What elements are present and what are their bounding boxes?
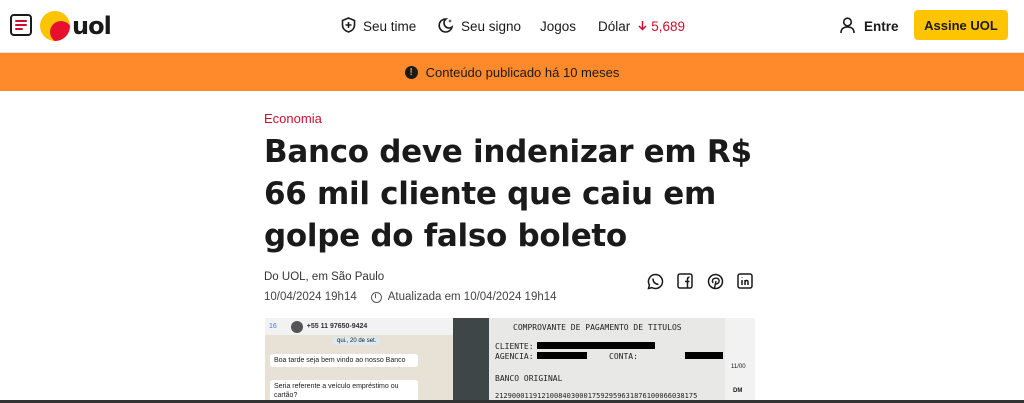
login-link[interactable]: Entre [840, 0, 899, 53]
redaction-bar [537, 352, 587, 359]
article-title: Banco deve indenizar em R$ 66 mil client… [264, 134, 752, 254]
uol-logo[interactable]: uol [40, 11, 112, 41]
chat-back-count: 16 [269, 323, 277, 330]
receipt-title: COMPROVANTE DE PAGAMENTO DE TITULOS [513, 323, 682, 332]
linkedin-icon[interactable] [736, 272, 754, 290]
chat-avatar [290, 320, 303, 333]
login-label: Entre [864, 19, 899, 34]
arrow-down-icon [638, 19, 647, 34]
alert-icon: ! [404, 65, 418, 79]
user-icon [840, 16, 855, 37]
article-category[interactable]: Economia [264, 111, 322, 126]
share-buttons [646, 272, 754, 290]
whatsapp-chat-screenshot: 16 +55 11 97650-9424 qui., 20 de set. Bo… [265, 318, 453, 403]
nav-dolar[interactable]: Dólar 5,689 [598, 0, 685, 53]
article-photo: 16 +55 11 97650-9424 qui., 20 de set. Bo… [265, 318, 755, 403]
nav-seu-time[interactable]: Seu time [341, 0, 416, 53]
whatsapp-icon[interactable] [646, 272, 664, 290]
uol-logo-mark [40, 11, 70, 41]
payment-receipt-photo: COMPROVANTE DE PAGAMENTO DE TITULOS CLIE… [453, 318, 755, 403]
chat-message-1: Boa tarde seja bem vindo ao nosso Banco [270, 354, 418, 367]
receipt-paper: COMPROVANTE DE PAGAMENTO DE TITULOS CLIE… [489, 318, 725, 403]
chat-message-2: Seria referente a veículo empréstimo ou … [270, 380, 418, 402]
updated-date: Atualizada em 10/04/2024 19h14 [387, 291, 557, 303]
pinterest-icon[interactable] [706, 272, 724, 290]
article-dates: 10/04/2024 19h14 Atualizada em 10/04/202… [264, 291, 557, 303]
chat-phone: +55 11 97650-9424 [306, 323, 368, 330]
redaction-bar [537, 342, 655, 349]
receipt-bank: BANCO ORIGINAL [495, 374, 563, 383]
receipt-right-text-1: 11/00 [731, 364, 746, 370]
nav-dolar-label: Dólar [598, 19, 631, 34]
content-age-notice: ! Conteúdo publicado há 10 meses [0, 53, 1024, 91]
dolar-value: 5,689 [651, 19, 686, 34]
receipt-shadow [453, 318, 489, 403]
receipt-adjacent-paper: 11/00 DM [725, 318, 755, 403]
receipt-agency: AGENCIA: [495, 352, 534, 361]
chat-header: 16 +55 11 97650-9424 [265, 318, 453, 335]
top-header: uol Seu time Seu signo Jogos Dólar 5,689… [0, 0, 1024, 53]
nav-seu-signo-label: Seu signo [461, 19, 522, 34]
chat-date: qui., 20 de set. [333, 337, 381, 345]
notice-text: Conteúdo publicado há 10 meses [425, 64, 620, 80]
uol-logo-text: uol [72, 12, 112, 40]
receipt-account: CONTA: [609, 352, 638, 361]
receipt-code: 2129000119121008403000175929596318761000… [495, 392, 698, 400]
receipt-right-text-2: DM [733, 388, 743, 394]
subscribe-button[interactable]: Assine UOL [914, 10, 1008, 40]
article-byline: Do UOL, em São Paulo [264, 271, 385, 283]
facebook-icon[interactable] [676, 272, 694, 290]
published-date: 10/04/2024 19h14 [264, 291, 357, 303]
nav-seu-time-label: Seu time [363, 19, 417, 34]
nav-jogos-label: Jogos [540, 19, 577, 34]
nav-jogos[interactable]: Jogos [540, 0, 576, 53]
clock-icon [370, 291, 382, 303]
moon-stars-icon [437, 17, 454, 37]
shield-icon [341, 17, 356, 36]
menu-icon[interactable] [10, 14, 32, 36]
redaction-bar [685, 352, 723, 359]
receipt-client: CLIENTE: [495, 342, 534, 351]
nav-seu-signo[interactable]: Seu signo [437, 0, 521, 53]
